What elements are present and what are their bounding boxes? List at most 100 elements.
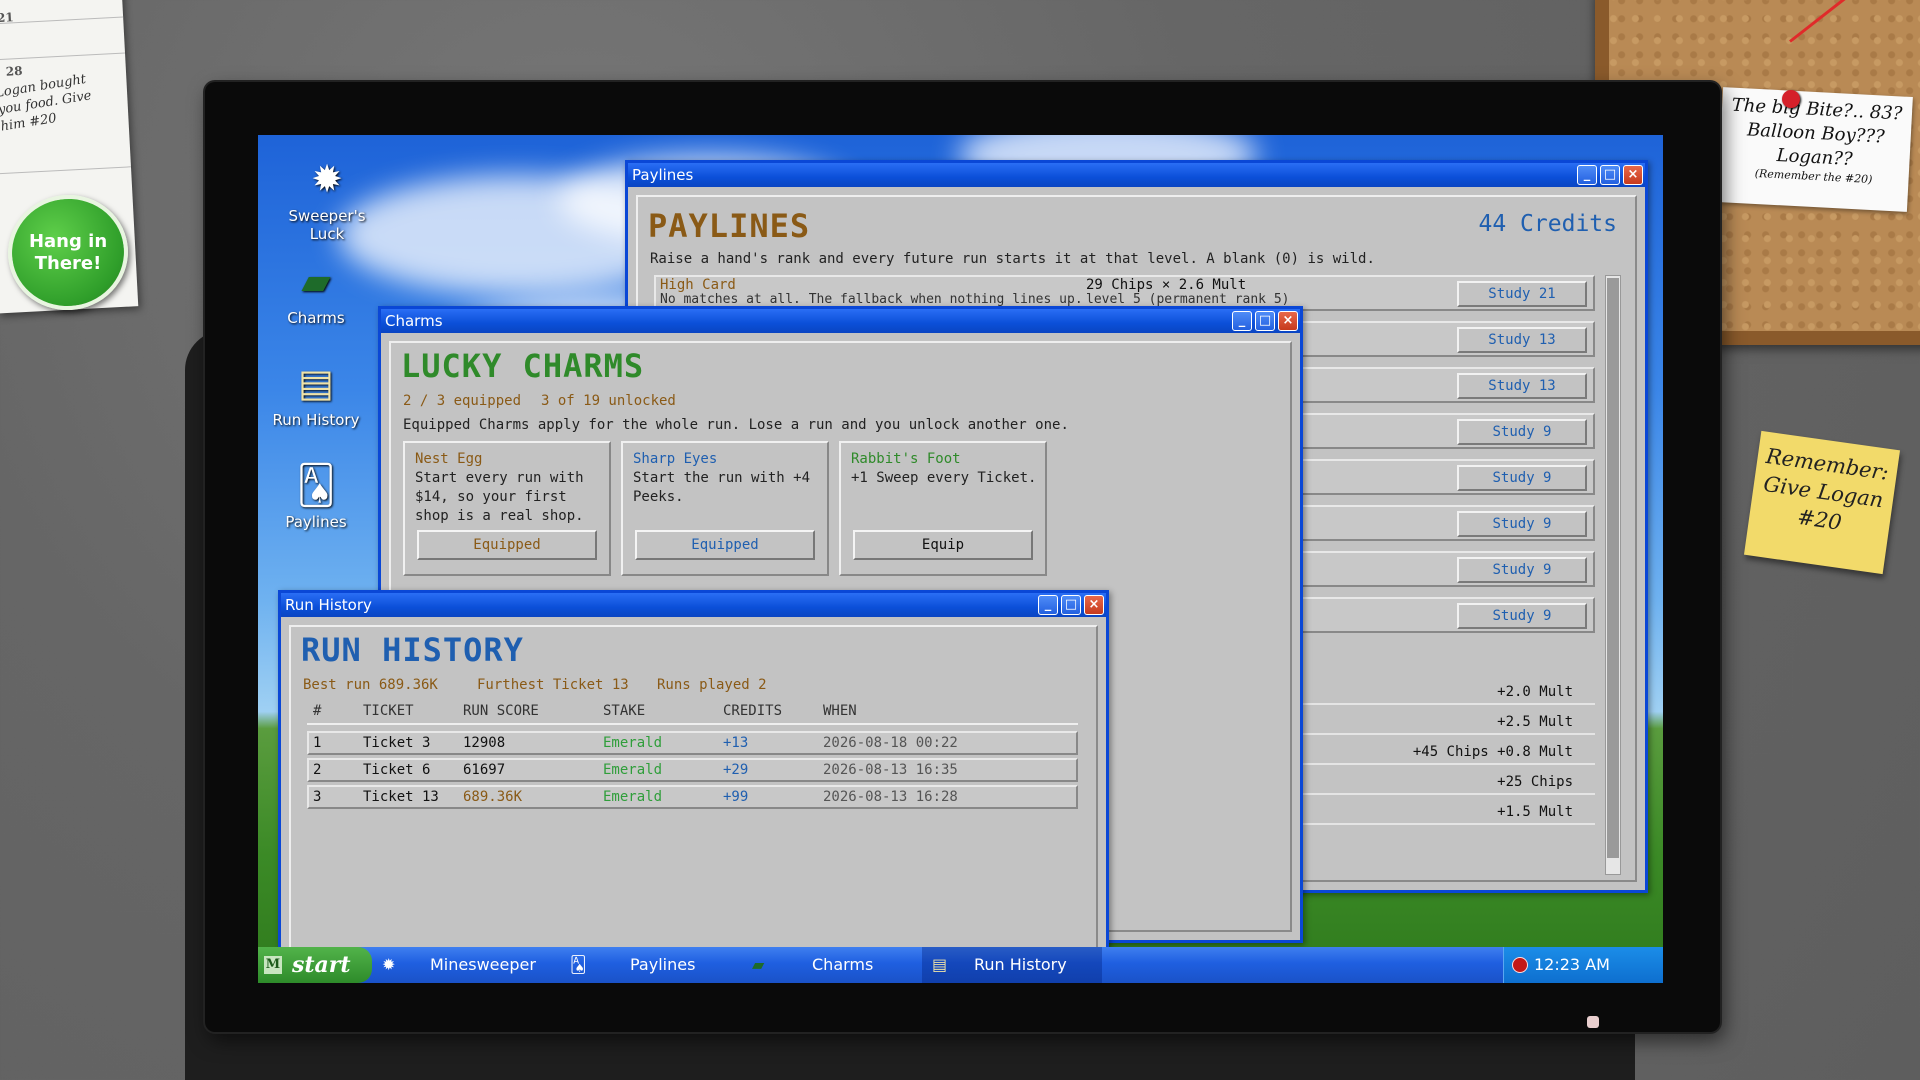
calendar-day: 28 [5,63,23,79]
equipped-count: 2 / 3 equipped [403,393,522,409]
row-stake: Emerald [603,762,663,778]
book-icon: ▰ [752,955,765,974]
run-history-content: RUN HISTORY Best run 689.36K Furthest Ti… [289,625,1098,949]
charm-card-nest-egg[interactable]: Nest Egg Start every run with $14, so yo… [403,441,611,576]
scrollbar[interactable] [1605,275,1621,875]
desktop-icon-paylines[interactable]: 🂡 Paylines [261,463,371,531]
scroll-thumb[interactable] [1607,278,1619,858]
clock[interactable]: 12:23 AM [1534,955,1610,974]
window-title: Run History [285,596,372,614]
payline-level: level 5 (permanent rank 5) [1086,292,1290,307]
close-button[interactable]: × [1084,595,1104,615]
row-score: 61697 [463,762,506,778]
taskbar-label: Paylines [630,955,696,974]
bomb-icon: ✹ [382,955,396,974]
column-header: RUN SCORE [463,703,539,719]
taskbar-label: Run History [974,955,1067,974]
minimize-button[interactable]: _ [1232,311,1252,331]
page-title: LUCKY CHARMS [401,347,645,385]
close-button[interactable]: × [1278,311,1298,331]
charm-card-sharp-eyes[interactable]: Sharp Eyes Start the run with +4 Peeks. … [621,441,829,576]
row-ticket: Ticket 3 [363,735,431,751]
study-button[interactable]: Study 9 [1457,603,1587,629]
row-ticket: Ticket 6 [363,762,431,778]
window-title: Charms [385,312,443,330]
table-row[interactable]: 1 Ticket 3 12908 Emerald +13 2026-08-18 … [307,731,1078,755]
maximize-button[interactable]: □ [1600,165,1620,185]
study-button[interactable]: Study 9 [1457,419,1587,445]
sticky-note: Remember: Give Logan #20 [1743,430,1901,575]
taskbar-label: Charms [812,955,874,974]
run-history-titlebar[interactable]: Run History _ □ × [281,593,1106,617]
row-credits: +99 [723,789,749,805]
devil-icon[interactable] [1512,957,1528,973]
maximize-button[interactable]: □ [1255,311,1275,331]
power-led-icon[interactable] [1587,1016,1599,1028]
study-button[interactable]: Study 21 [1457,281,1587,307]
payline-stats: 29 Chips × 2.6 Mult [1086,277,1247,293]
equip-button[interactable]: Equip [853,530,1033,560]
table-row[interactable]: 2 Ticket 6 61697 Emerald +29 2026-08-13 … [307,758,1078,782]
row-stake: Emerald [603,789,663,805]
charm-name: Sharp Eyes [633,451,718,467]
paylines-description: Raise a hand's rank and every future run… [650,251,1375,267]
payline-name: High Card [660,277,736,293]
row-index: 1 [313,735,322,751]
taskbar-item-minesweeper[interactable]: ✹ Minesweeper [382,947,562,983]
desktop-icon-charms[interactable]: ▰ Charms [261,259,371,327]
row-index: 3 [313,789,322,805]
window-title: Paylines [632,166,694,184]
row-score: 689.36K [463,789,523,805]
desktop-icon-run-history[interactable]: ▤ Run History [261,361,371,429]
taskbar-label: Minesweeper [430,955,536,974]
desktop-icon-label: Charms [287,309,345,327]
cards-icon: 🂡 [570,955,587,974]
table-row[interactable]: 3 Ticket 13 689.36K Emerald +99 2026-08-… [307,785,1078,809]
desktop-icon-label: Run History [272,411,360,429]
scroll-icon: ▤ [932,955,948,974]
row-index: 2 [313,762,322,778]
study-button[interactable]: Study 13 [1457,373,1587,399]
charm-desc: Start the run with +4 Peeks. [633,470,811,505]
start-button[interactable]: M start [258,947,372,983]
payline-desc: No matches at all. The fallback when not… [660,292,1083,307]
paylines-titlebar[interactable]: Paylines _ □ × [628,163,1645,187]
run-history-window[interactable]: Run History _ □ × RUN HISTORY Best run 6… [278,590,1109,960]
page-title: PAYLINES [648,207,811,245]
table-header: # TICKET RUN SCORE STAKE CREDITS WHEN [307,703,1078,725]
maximize-button[interactable]: □ [1061,595,1081,615]
taskbar-item-charms[interactable]: ▰ Charms [742,947,922,983]
study-button[interactable]: Study 13 [1457,327,1587,353]
desktop-icon-sweepers-luck[interactable]: ✹ Sweeper's Luck [272,157,382,243]
study-button[interactable]: Study 9 [1457,465,1587,491]
column-header: CREDITS [723,703,783,719]
column-header: STAKE [603,703,646,719]
row-when: 2026-08-13 16:28 [823,789,958,805]
column-header: TICKET [363,703,414,719]
minimize-button[interactable]: _ [1577,165,1597,185]
pushpin-icon [1782,90,1800,108]
charms-titlebar[interactable]: Charms _ □ × [381,309,1300,333]
minimize-button[interactable]: _ [1038,595,1058,615]
bomb-icon: ✹ [311,157,343,201]
close-button[interactable]: × [1623,165,1643,185]
desktop-screen: ✹ Sweeper's Luck ▰ Charms ▤ Run History … [258,135,1663,983]
row-when: 2026-08-13 16:35 [823,762,958,778]
row-stake: Emerald [603,735,663,751]
study-button[interactable]: Study 9 [1457,511,1587,537]
row-when: 2026-08-18 00:22 [823,735,958,751]
equipped-button[interactable]: Equipped [417,530,597,560]
page-title: RUN HISTORY [301,631,524,669]
equipped-button[interactable]: Equipped [635,530,815,560]
taskbar: M start ✹ Minesweeper 🂡 Paylines ▰ Charm… [258,947,1663,983]
charm-card-rabbits-foot[interactable]: Rabbit's Foot +1 Sweep every Ticket. Equ… [839,441,1047,576]
cork-note: The big Bite?.. 83? Balloon Boy??? Logan… [1717,87,1913,212]
runs-played-stat: Runs played 2 [657,677,767,693]
study-button[interactable]: Study 9 [1457,557,1587,583]
scroll-icon: ▤ [298,361,334,405]
column-header: WHEN [823,703,857,719]
row-score: 12908 [463,735,506,751]
taskbar-item-run-history[interactable]: ▤ Run History [922,947,1102,983]
charm-name: Nest Egg [415,451,483,467]
taskbar-item-paylines[interactable]: 🂡 Paylines [562,947,742,983]
